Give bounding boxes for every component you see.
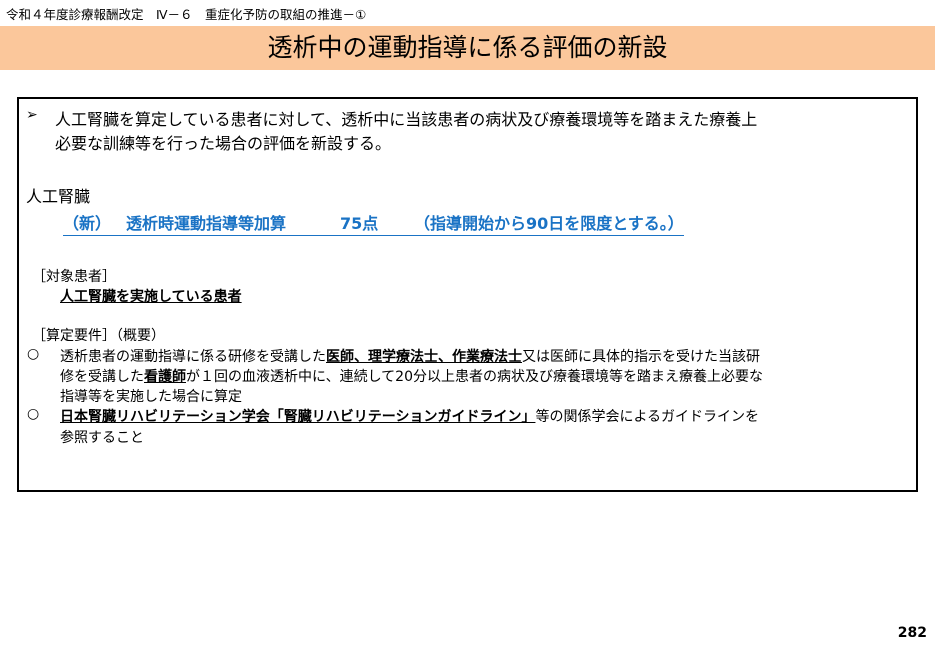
fee-name: 透析時運動指導等加算 bbox=[126, 210, 340, 236]
req2-text-1: 等の関係学会によるガイドラインを bbox=[535, 409, 760, 425]
intro-line-1: 人工腎臓を算定している患者に対して、透析中に当該患者の病状及び療養環境等を踏まえ… bbox=[55, 110, 758, 129]
fee-new-tag: （新） bbox=[63, 210, 126, 236]
requirement-1-line-2: 修を受講した看護師が１回の血液透析中に、連続して20分以上患者の病状及び療養環境… bbox=[60, 366, 763, 386]
req1-bold-2: 看護師 bbox=[144, 369, 186, 385]
page-title: 透析中の運動指導に係る評価の新設 bbox=[0, 26, 935, 70]
revision-header: 令和４年度診療報酬改定 Ⅳ－６ 重症化予防の取組の推進－① bbox=[6, 7, 367, 22]
circle-bullet-icon: ○ bbox=[27, 346, 40, 362]
target-heading: ［対象患者］ bbox=[32, 269, 116, 285]
target-body: 人工腎臓を実施している患者 bbox=[60, 289, 242, 305]
fee-limit: （指導開始から90日を限度とする。） bbox=[414, 210, 684, 236]
page-number: 282 bbox=[897, 625, 927, 641]
req1-text-1: 透析患者の運動指導に係る研修を受講した bbox=[60, 349, 326, 365]
intro-line-2: 必要な訓練等を行った場合の評価を新設する。 bbox=[55, 134, 392, 153]
req1-bold-1: 医師、理学療法士、作業療法士 bbox=[326, 349, 522, 365]
req1-text-2: 又は医師に具体的指示を受けた当該研 bbox=[522, 349, 760, 365]
section-label: 人工腎臓 bbox=[26, 187, 91, 206]
circle-bullet-icon: ○ bbox=[27, 406, 40, 422]
arrow-bullet-icon: ➢ bbox=[26, 107, 38, 123]
fee-points: 75点 bbox=[340, 210, 414, 236]
requirement-1-line-3: 指導等を実施した場合に算定 bbox=[60, 389, 242, 405]
req1-text-4: が１回の血液透析中に、連続して20分以上患者の病状及び療養環境等を踏まえ療養上必… bbox=[186, 369, 763, 385]
requirements-heading: ［算定要件］（概要） bbox=[32, 328, 165, 344]
req2-bold-1: 日本腎臓リハビリテーション学会「腎臓リハビリテーションガイドライン」 bbox=[60, 409, 536, 425]
requirement-2-line-1: 日本腎臓リハビリテーション学会「腎臓リハビリテーションガイドライン」等の関係学会… bbox=[60, 406, 759, 426]
req1-text-3: 修を受講した bbox=[60, 369, 144, 385]
fee-line: （新） 透析時運動指導等加算 75点 （指導開始から90日を限度とする。） bbox=[63, 210, 684, 236]
requirement-1-line-1: 透析患者の運動指導に係る研修を受講した医師、理学療法士、作業療法士又は医師に具体… bbox=[60, 346, 760, 366]
requirement-2-line-2: 参照すること bbox=[60, 430, 144, 446]
